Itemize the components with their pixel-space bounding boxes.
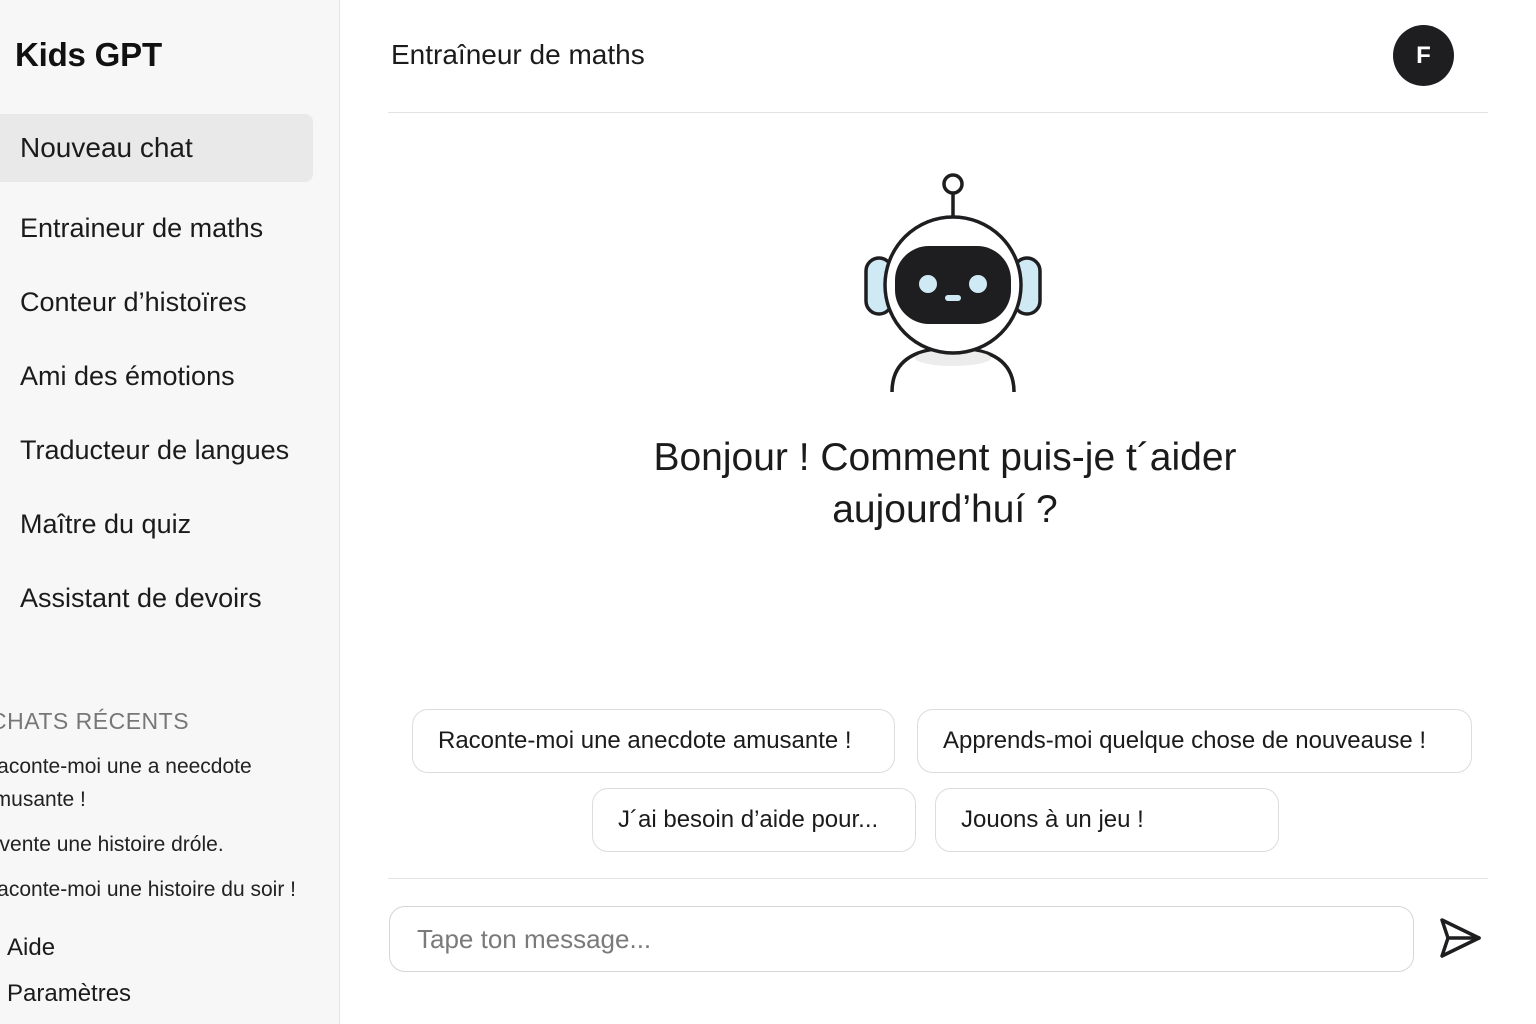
- header-divider: [388, 112, 1488, 113]
- sidebar-item-homework-assistant[interactable]: Assistant de devoirs: [20, 583, 262, 614]
- message-input-container: [389, 906, 1414, 972]
- suggestion-chip[interactable]: Apprends-moi quelque chose de nouveause …: [917, 709, 1472, 773]
- robot-mascot-icon: [864, 173, 1042, 393]
- recent-chat-item[interactable]: Raconte-moi une a neecdote amusante !: [0, 750, 302, 816]
- sidebar-item-emotions-friend[interactable]: Ami des émotions: [20, 361, 235, 392]
- suggestion-chip[interactable]: Jouons à un jeu !: [935, 788, 1279, 852]
- suggestion-chip[interactable]: Raconte-moi une anecdote amusante !: [412, 709, 895, 773]
- help-link[interactable]: Aide: [7, 934, 55, 962]
- message-input[interactable]: [417, 919, 1377, 959]
- recent-chat-item[interactable]: Raconte-moi une histoire du soir !: [0, 873, 302, 906]
- greeting-message: Bonjour ! Comment puis-je t´aider aujour…: [653, 436, 1237, 531]
- recent-chats-heading: CHATS RÉCENTS: [0, 708, 190, 734]
- chat-title: Entraîneur de maths: [391, 39, 645, 70]
- settings-link[interactable]: Paramètres: [7, 980, 131, 1008]
- recent-chat-item[interactable]: Invente une histoire dróle.: [0, 828, 302, 861]
- sidebar: Kids GPT Nouveau chat Entraineur de math…: [0, 0, 340, 1024]
- new-chat-button[interactable]: Nouveau chat: [0, 114, 313, 182]
- sidebar-item-storyteller[interactable]: Conteur d’histoïres: [20, 287, 247, 318]
- suggestion-chip[interactable]: J´ai besoin d’aide pour...: [592, 788, 916, 852]
- sidebar-item-translator[interactable]: Traducteur de langues: [20, 435, 289, 466]
- send-icon[interactable]: [1436, 914, 1484, 962]
- sidebar-item-quiz-master[interactable]: Maître du quiz: [20, 509, 191, 540]
- new-chat-label: Nouveau chat: [20, 132, 193, 163]
- user-avatar[interactable]: F: [1393, 25, 1454, 86]
- composer-divider: [388, 878, 1488, 879]
- app-brand: Kids GPT: [15, 36, 162, 73]
- sidebar-item-math-coach[interactable]: Entraineur de maths: [20, 213, 263, 244]
